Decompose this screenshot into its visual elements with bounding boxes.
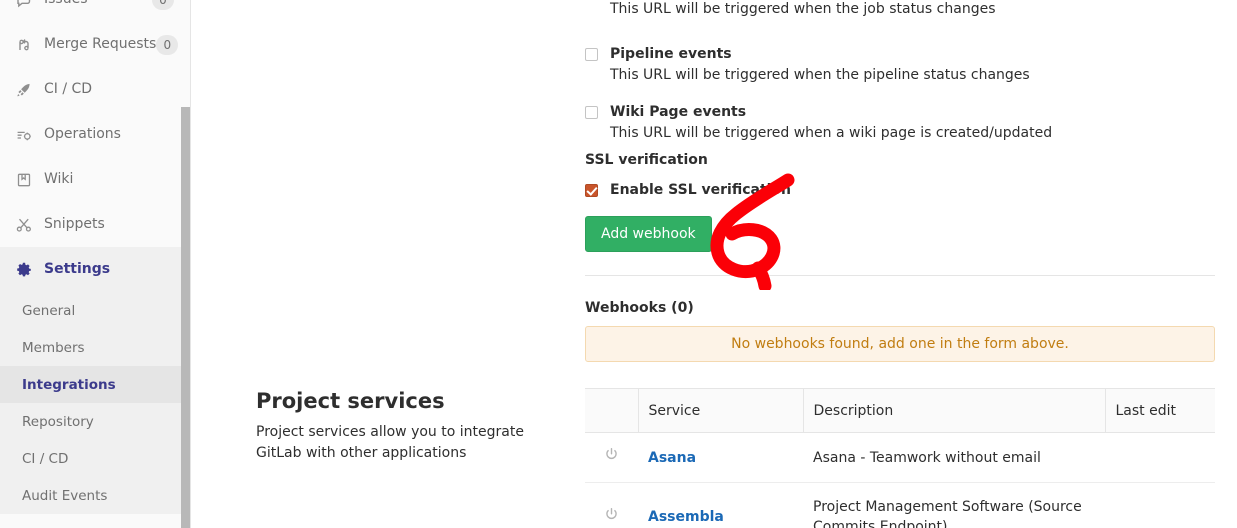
- sidebar-item-merge-requests[interactable]: Merge Requests 0: [0, 22, 190, 67]
- merge-requests-icon: [16, 37, 32, 53]
- job-events-description: This URL will be triggered when the job …: [610, 1, 996, 17]
- table-row[interactable]: Assembla Project Management Software (So…: [585, 482, 1215, 528]
- service-name-cell: Asana: [638, 432, 803, 483]
- sidebar-item-ci-cd-settings[interactable]: CI / CD: [0, 440, 190, 477]
- project-sidebar: Issues 0 Merge Requests 0 CI / CD: [0, 0, 191, 528]
- no-webhooks-alert: No webhooks found, add one in the form a…: [585, 326, 1215, 362]
- sidebar-subitem-label: Members: [22, 339, 85, 356]
- sidebar-item-ci-cd[interactable]: CI / CD: [0, 67, 190, 112]
- service-link-asana[interactable]: Asana: [648, 450, 696, 466]
- sidebar-item-operations[interactable]: Operations: [0, 112, 190, 157]
- service-last-edit-cell: [1105, 482, 1215, 528]
- sidebar-item-label: Issues: [44, 0, 152, 22]
- wiki-page-events-checkbox[interactable]: [585, 106, 598, 119]
- merge-requests-count-badge: 0: [156, 34, 179, 55]
- main-content: This URL will be triggered when the job …: [191, 0, 1237, 528]
- sidebar-item-label: Merge Requests: [44, 36, 157, 52]
- pipeline-events-description: This URL will be triggered when the pipe…: [610, 67, 1030, 83]
- service-description-cell: Project Management Software (Source Comm…: [803, 482, 1105, 528]
- operations-icon: [16, 127, 32, 143]
- sidebar-subitem-label: Repository: [22, 413, 94, 430]
- table-row[interactable]: Asana Asana - Teamwork without email: [585, 432, 1215, 483]
- sidebar-settings-group: Settings General Members Integrations Re…: [0, 247, 190, 514]
- column-status: [585, 388, 638, 433]
- service-link-assembla[interactable]: Assembla: [648, 509, 724, 525]
- service-last-edit-cell: [1105, 432, 1215, 483]
- project-services-title: Project services: [256, 389, 445, 413]
- project-services-description: Project services allow you to integrate …: [256, 424, 524, 461]
- sidebar-scrollbar-track[interactable]: [181, 0, 190, 528]
- power-icon: [585, 432, 638, 483]
- service-description-cell: Asana - Teamwork without email: [803, 432, 1105, 483]
- sidebar-subitem-label: CI / CD: [22, 450, 69, 467]
- pipeline-events-row[interactable]: Pipeline events This URL will be trigger…: [585, 45, 1215, 85]
- project-services-table: Service Description Last edit Asana Asan…: [585, 388, 1215, 528]
- enable-ssl-verification-checkbox[interactable]: [585, 184, 598, 197]
- issues-icon: [16, 0, 32, 8]
- sidebar-item-wiki[interactable]: Wiki: [0, 157, 190, 202]
- column-description: Description: [802, 388, 1105, 433]
- sidebar-item-integrations[interactable]: Integrations: [0, 366, 190, 403]
- issues-count-badge: 0: [152, 0, 174, 10]
- sidebar-item-label: Snippets: [44, 216, 105, 232]
- sidebar-subitem-label: Audit Events: [22, 487, 108, 504]
- power-icon: [585, 482, 638, 528]
- form-divider: [585, 275, 1215, 276]
- pipeline-events-label: Pipeline events: [610, 46, 732, 62]
- project-services-header: Project services Project services allow …: [256, 388, 556, 464]
- add-webhook-button[interactable]: Add webhook: [585, 216, 712, 252]
- sidebar-item-repository[interactable]: Repository: [0, 403, 190, 440]
- enable-ssl-verification-row[interactable]: Enable SSL verification: [585, 181, 791, 199]
- sidebar-subitem-label: Integrations: [22, 376, 116, 393]
- rocket-icon: [16, 82, 32, 98]
- pipeline-events-checkbox[interactable]: [585, 48, 598, 61]
- sidebar-item-settings[interactable]: Settings: [0, 247, 190, 292]
- wiki-page-events-label: Wiki Page events: [610, 104, 747, 120]
- sidebar-item-issues[interactable]: Issues 0: [0, 0, 190, 22]
- sidebar-item-label: Wiki: [44, 171, 74, 187]
- webhooks-heading: Webhooks (0): [585, 300, 694, 316]
- application-window: Issues 0 Merge Requests 0 CI / CD: [0, 0, 1237, 528]
- gear-icon: [16, 262, 32, 278]
- ssl-verification-heading: SSL verification: [585, 152, 708, 168]
- wiki-page-events-row[interactable]: Wiki Page events This URL will be trigge…: [585, 103, 1215, 143]
- enable-ssl-verification-label: Enable SSL verification: [610, 182, 792, 198]
- wiki-page-events-description: This URL will be triggered when a wiki p…: [610, 125, 1053, 141]
- book-icon: [16, 172, 32, 188]
- sidebar-item-audit-events[interactable]: Audit Events: [0, 477, 190, 514]
- sidebar-subitem-label: General: [22, 302, 76, 319]
- sidebar-item-label: CI / CD: [44, 81, 93, 97]
- sidebar-item-label: Settings: [44, 261, 111, 277]
- column-last-edit: Last edit: [1104, 388, 1215, 433]
- scissors-icon: [16, 217, 32, 233]
- sidebar-item-members[interactable]: Members: [0, 329, 190, 366]
- sidebar-item-label: Operations: [44, 126, 121, 142]
- table-header: Service Description Last edit: [585, 388, 1215, 433]
- table-body: Asana Asana - Teamwork without email Ass…: [585, 432, 1215, 528]
- table-header-row: Service Description Last edit: [585, 388, 1215, 433]
- sidebar-item-general[interactable]: General: [0, 292, 190, 329]
- sidebar-item-snippets[interactable]: Snippets: [0, 202, 190, 247]
- sidebar-scrollbar-thumb[interactable]: [181, 107, 190, 528]
- service-name-cell: Assembla: [638, 482, 803, 528]
- column-service: Service: [637, 388, 803, 433]
